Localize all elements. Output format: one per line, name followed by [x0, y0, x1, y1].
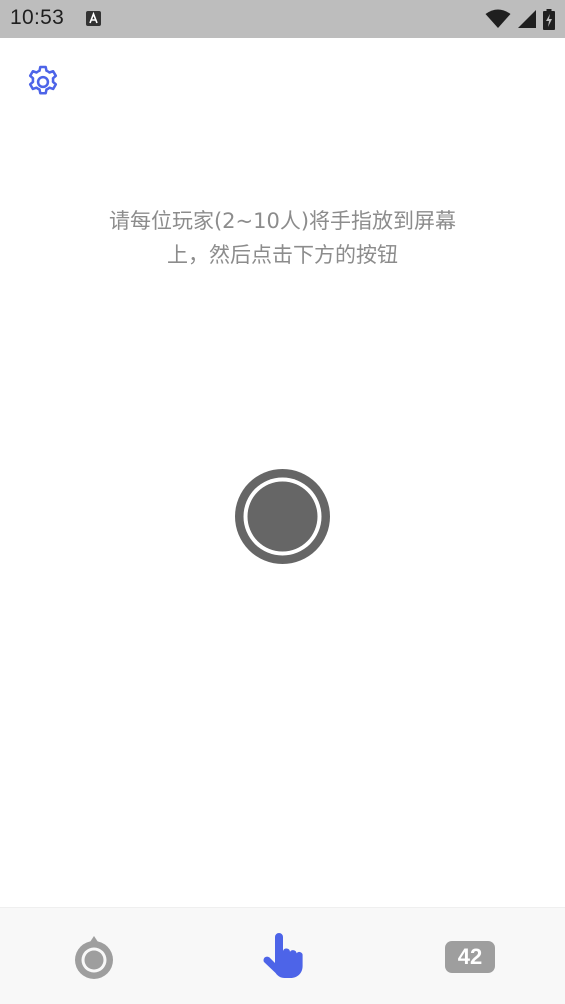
status-bar: 10:53	[0, 0, 565, 38]
count-badge: 42	[445, 940, 495, 973]
pointing-hand-icon	[263, 932, 303, 978]
status-icons	[485, 8, 555, 30]
circle-indicator-icon	[75, 935, 113, 979]
settings-button[interactable]	[24, 63, 62, 101]
record-circle-icon	[235, 469, 330, 564]
cellular-signal-icon	[517, 9, 537, 29]
start-button[interactable]	[235, 469, 330, 564]
instruction-line-1: 请每位玩家(2~10人)将手指放到屏幕	[108, 209, 457, 233]
instruction-text: 请每位玩家(2~10人)将手指放到屏幕 上，然后点击下方的按钮	[60, 204, 505, 272]
wifi-icon	[485, 9, 511, 29]
battery-charging-icon	[543, 8, 555, 30]
status-time: 10:53	[10, 6, 65, 29]
nav-item-indicator[interactable]	[34, 908, 154, 1004]
nav-item-count[interactable]: 42	[410, 908, 530, 1004]
gear-icon	[28, 65, 58, 95]
app-screen: 10:53 请每位玩家(2~10人)将手指放到屏幕 上，然后点击下方的按钮 42	[0, 0, 565, 1004]
nav-item-touch[interactable]	[223, 908, 343, 1004]
instruction-line-2: 上，然后点击下方的按钮	[167, 243, 398, 267]
bottom-navigation: 42	[0, 907, 565, 1004]
a-badge-icon	[86, 11, 101, 26]
